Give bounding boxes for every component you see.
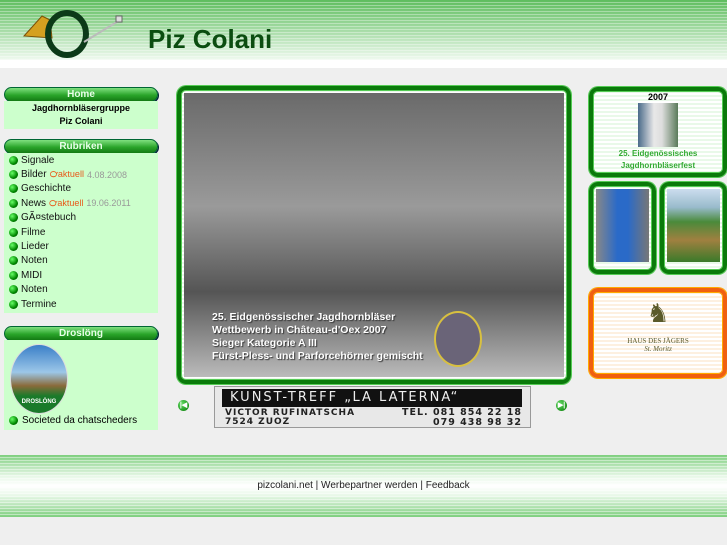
aktuell-badge: ℺aktuell [49,197,84,208]
menu-item-bilder[interactable]: Bilder ℺aktuell 4.08.2008 [4,167,158,181]
laterna-banner[interactable]: Kunst-Treff „La Laterna“ Victor Rufinats… [214,386,531,428]
fest-year: 2007 [647,92,669,102]
bullet-icon [9,170,18,180]
rubriken-header: Rubriken [4,139,158,154]
photo-frame: 25. Eidgenössischer Jagdhornbläser Wettbe… [177,86,571,384]
menu-item-label: Noten [21,284,48,296]
menu-item-label: Noten [21,255,48,267]
fest-line1: 25. Eidgenössisches [618,149,698,158]
menu-item-signale[interactable]: Signale [4,153,158,167]
rubriken-box: Signale Bilder ℺aktuell 4.08.2008 Geschichte… [4,153,158,313]
menu-item-geschichte[interactable]: Geschichte [4,182,158,196]
banner-tel2: 079 438 98 32 [432,417,522,428]
menu-item-label: MIDI [21,269,43,281]
update-date: 19.06.2011 [86,198,131,209]
menu-item-label: Filme [21,226,46,238]
menu-item-label: Bilder [21,169,47,181]
aktuell-badge: ℺aktuell [49,169,84,180]
sponsor-name: Haus des Jägers [627,337,689,345]
horn-icon: ℺ [49,169,58,180]
menu-item-midi[interactable]: MIDI [4,268,158,282]
deer-photo [667,189,720,262]
menu-item-news[interactable]: News ℺aktuell 19.06.2011 [4,196,158,210]
hunting-horn-logo [22,10,123,58]
group-name-2: Piz Colani [59,116,103,126]
ibex-icon: ♞ [646,298,670,328]
rubriken-menu: Signale Bilder ℺aktuell 4.08.2008 Geschichte… [4,153,158,311]
bullet-icon [9,184,18,194]
menu-item-label: Geschichte [21,183,72,195]
menu-item-label: Termine [21,298,57,310]
footer: pizcolani.net | Werbepartner werden | Fe… [0,455,727,517]
previous-arrow-icon[interactable]: |◀ [178,400,189,411]
banner-place: 7524 Zuoz [225,417,291,427]
group-photo[interactable]: 25. Eidgenössischer Jagdhornbläser Wettbe… [184,93,564,377]
bullet-icon [9,198,18,208]
menu-item-lieder[interactable]: Lieder [4,239,158,253]
societed-label: Societed da chatscheders [22,415,138,426]
group-name: Jagdhornbläsergruppe [31,103,130,113]
bullet-icon [9,213,18,223]
home-box: Jagdhornbläsergruppe Piz Colani [4,101,158,129]
fest-box[interactable]: 2007 25. Eidgenössisches Jagdhornbläserf… [589,87,727,177]
menu-item-filme[interactable]: Filme [4,225,158,239]
footer-links[interactable]: pizcolani.net | Werbepartner werden | Fe… [0,480,727,491]
droslong-logo[interactable]: DROSLÖNG [10,344,68,414]
sponsor-place: St. Moritz [644,345,672,353]
menu-item-gstebuch[interactable]: GÃ¤stebuch [4,211,158,225]
droslong-header: Droslöng [4,326,158,341]
menu-item-termine[interactable]: Termine [4,297,158,311]
update-date: 4.08.2008 [86,169,127,180]
bullet-icon [9,270,18,280]
menu-item-label: News [21,197,47,209]
bullet-icon [9,155,18,165]
medal-icon [434,311,482,367]
menu-item-noten[interactable]: Noten [4,283,158,297]
person-photo-frame[interactable] [589,182,656,274]
menu-item-label: Signale [21,154,55,166]
next-arrow-icon[interactable]: ▶| [556,400,567,411]
haus-des-jaegers-ad[interactable]: ♞ Haus des Jägers St. Moritz [589,288,727,378]
fest-line2: Jagdhornbläserfest [620,161,696,170]
bullet-icon [9,285,18,295]
menu-item-noten[interactable]: Noten [4,254,158,268]
menu-item-label: GÃ¤stebuch [21,212,77,224]
person-photo [596,189,649,262]
photo-caption: 25. Eidgenössischer Jagdhornbläser Wettbe… [212,311,423,362]
home-button[interactable]: Home [4,87,158,102]
droslong-logo-text: DROSLÖNG [21,399,57,405]
monument-photo [638,103,678,147]
menu-item-label: Lieder [21,241,49,253]
banner-title: Kunst-Treff „La Laterna“ [222,389,522,407]
bullet-icon [9,256,18,266]
droslong-box: DROSLÖNG Societed da chatscheders [4,340,158,430]
deer-photo-frame[interactable] [660,182,727,274]
bullet-icon [9,242,18,252]
bullet-icon [9,416,18,425]
societed-link[interactable]: Societed da chatscheders [9,415,137,426]
bullet-icon [9,227,18,237]
site-title: Piz Colani [148,24,273,54]
bullet-icon [9,299,18,309]
header: Piz Colani [0,0,727,68]
